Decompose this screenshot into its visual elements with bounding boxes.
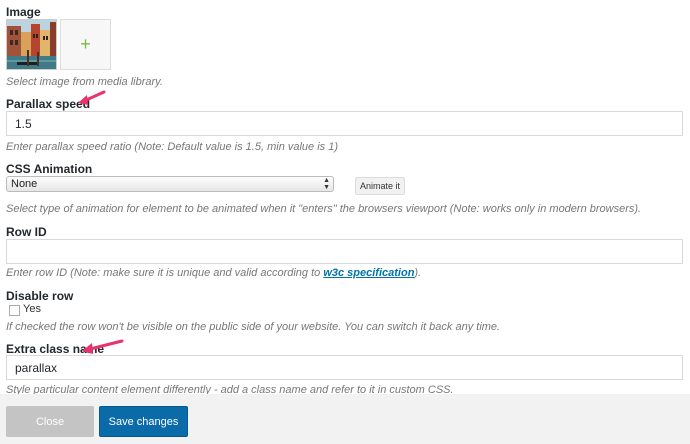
disable-row-checkbox[interactable] — [9, 305, 20, 316]
parallax-speed-input[interactable] — [6, 111, 683, 136]
disable-row-label: Disable row — [6, 289, 74, 303]
animate-it-button[interactable]: Animate it — [355, 177, 405, 195]
row-id-help-text: Enter row ID (Note: make sure it is uniq… — [6, 267, 421, 279]
add-image-button[interactable]: + — [60, 19, 111, 70]
css-animation-label: CSS Animation — [6, 162, 93, 176]
image-help-text: Select image from media library. — [6, 76, 163, 88]
w3c-specification-link[interactable]: w3c specification — [323, 267, 414, 279]
image-label: Image — [6, 5, 41, 19]
row-id-label: Row ID — [6, 225, 47, 239]
css-animation-help-text: Select type of animation for element to … — [6, 203, 642, 215]
close-button[interactable]: Close — [6, 406, 94, 437]
row-id-help-prefix: Enter row ID (Note: make sure it is uniq… — [6, 267, 324, 279]
row-id-input[interactable] — [6, 239, 683, 264]
image-thumbnail[interactable] — [6, 19, 57, 70]
venice-photo-image — [7, 20, 56, 69]
css-animation-selected-value: None — [11, 178, 38, 190]
disable-row-checkbox-label[interactable]: Yes — [23, 303, 41, 315]
row-id-help-suffix: ). — [414, 267, 422, 279]
extra-class-input[interactable] — [6, 355, 683, 380]
annotation-arrow-icon — [78, 90, 106, 105]
disable-row-help-text: If checked the row won't be visible on t… — [6, 321, 501, 333]
css-animation-select[interactable]: None ▲ ▼ — [6, 176, 334, 192]
parallax-speed-help-text: Enter parallax speed ratio (Note: Defaul… — [6, 141, 338, 153]
select-updown-icon: ▲ ▼ — [323, 177, 330, 191]
save-changes-button[interactable]: Save changes — [99, 406, 188, 437]
